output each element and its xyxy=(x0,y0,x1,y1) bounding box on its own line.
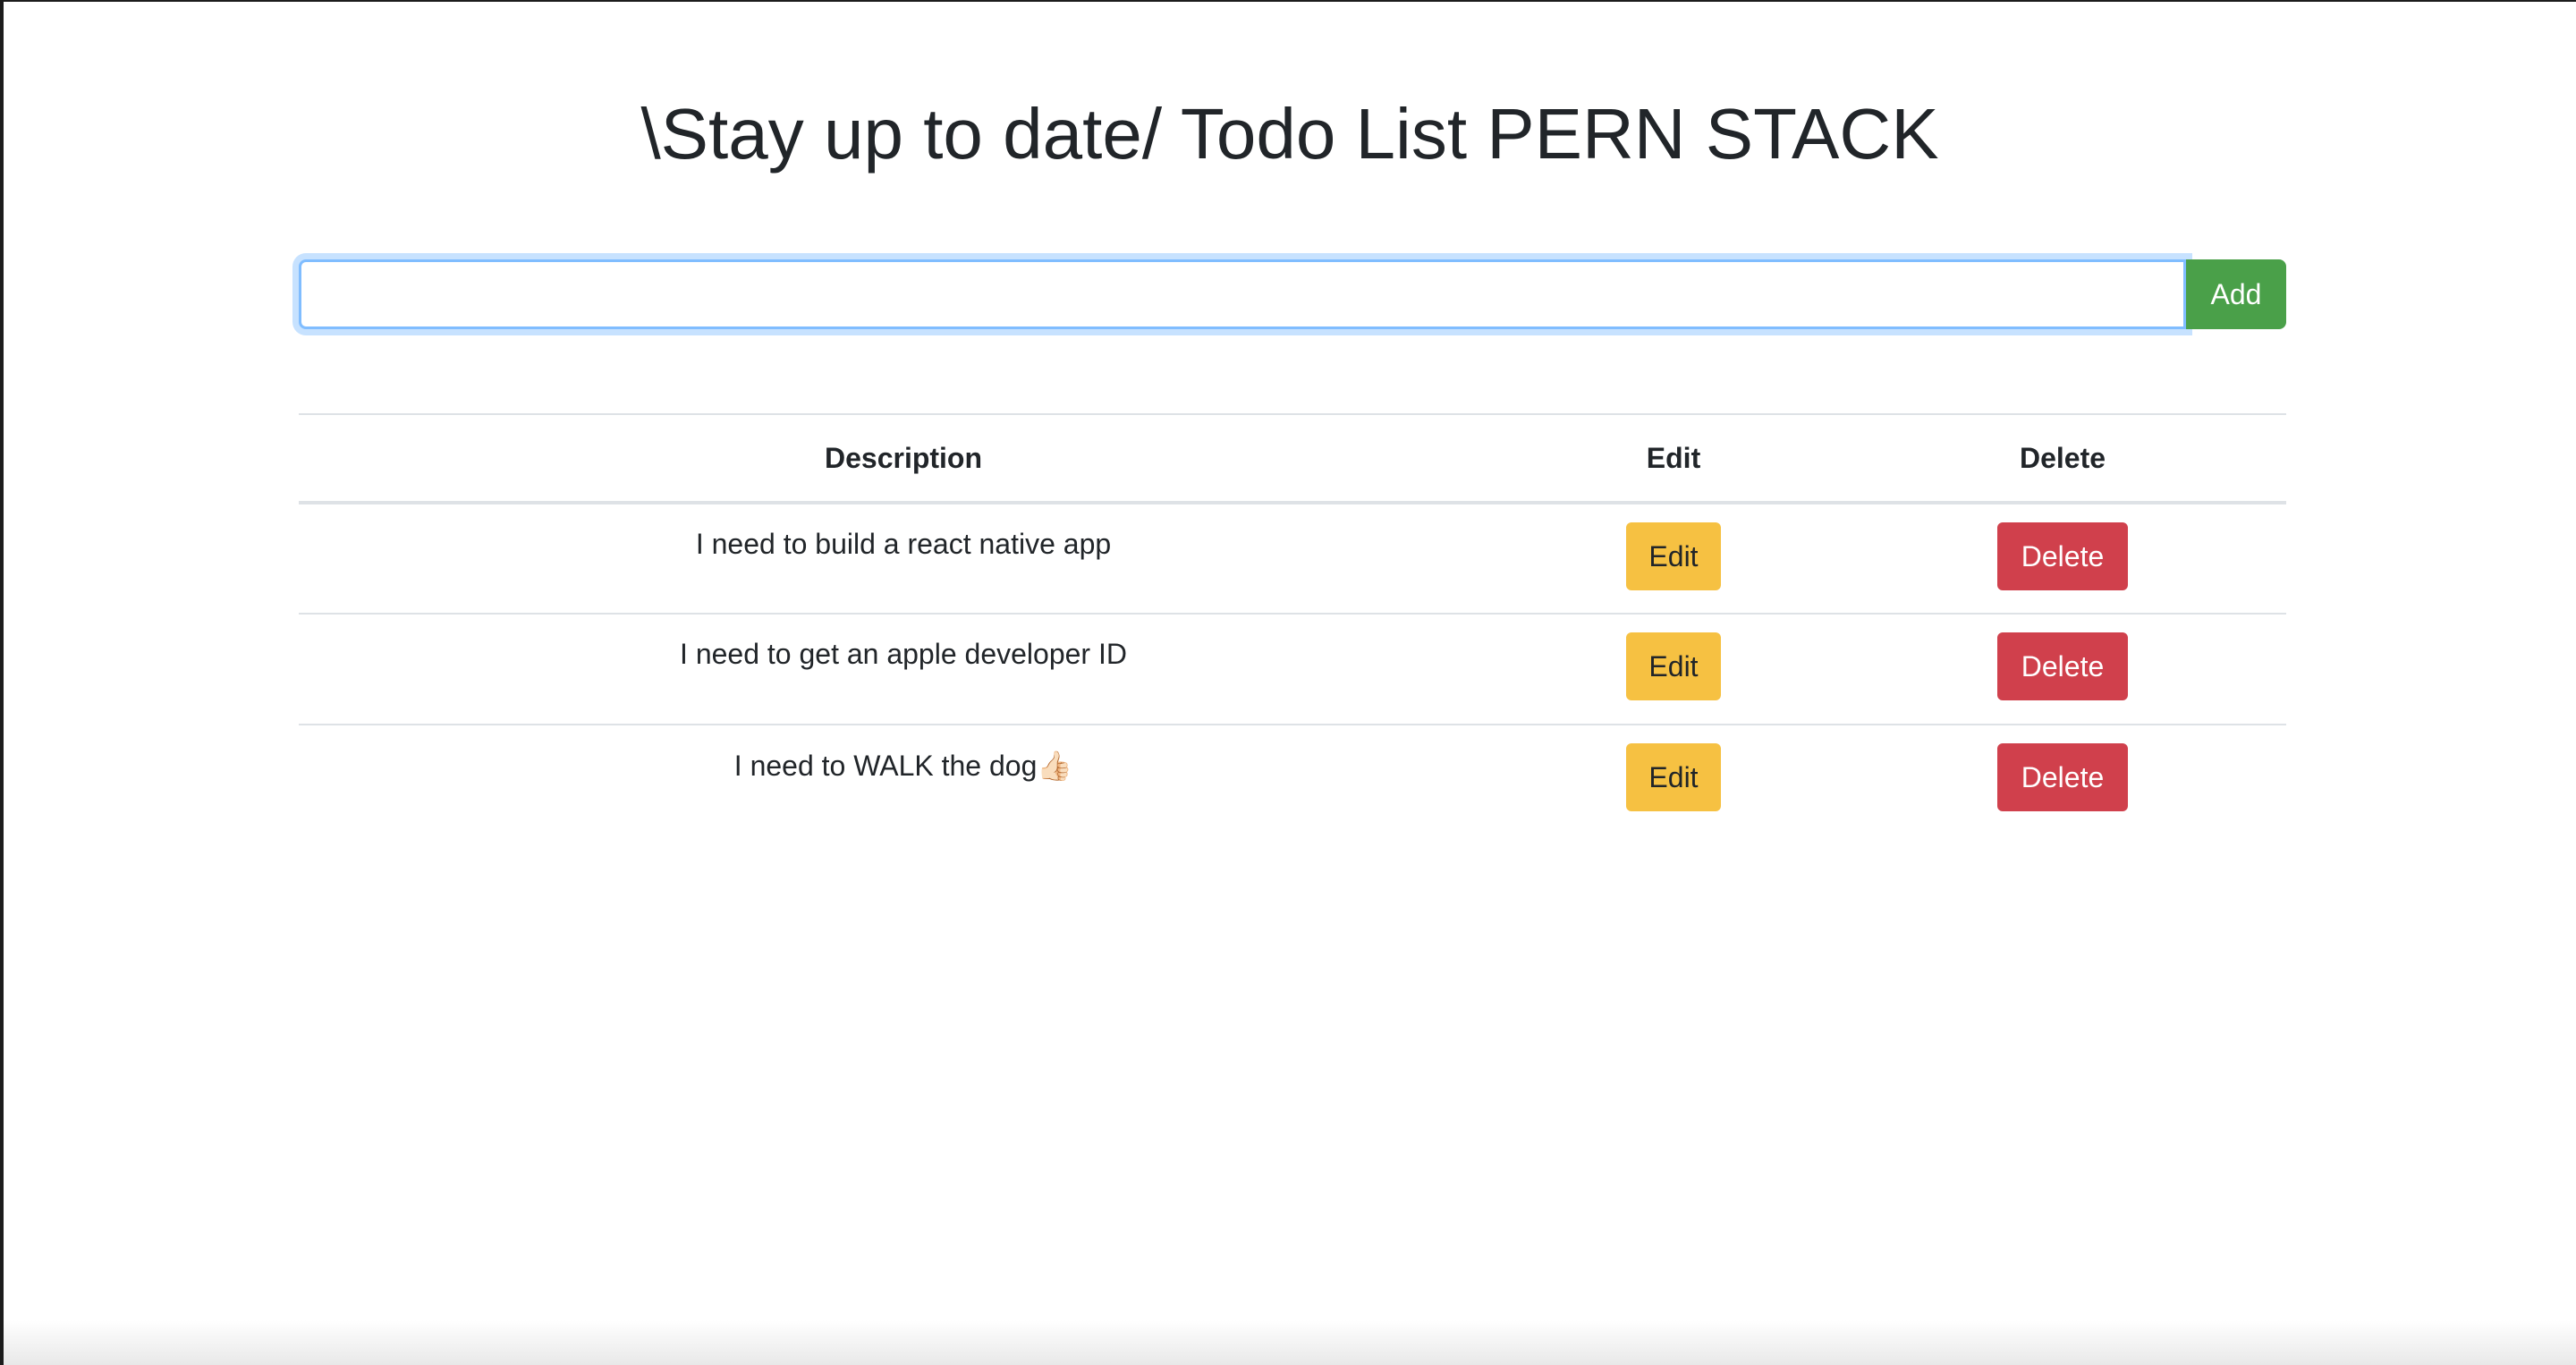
page-title: \Stay up to date/ Todo List PERN STACK xyxy=(640,94,1939,174)
table-row: I need to build a react native app Edit … xyxy=(299,503,2286,615)
todo-description-cell: I need to WALK the dog👍🏻 xyxy=(299,725,1508,835)
add-todo-form: Add xyxy=(299,259,2286,329)
edit-cell: Edit xyxy=(1508,725,1839,835)
todo-description-cell: I need to build a react native app xyxy=(299,503,1508,615)
header-edit: Edit xyxy=(1508,413,1839,504)
todo-description: I need to get an apple developer ID xyxy=(680,638,1127,670)
edit-button[interactable]: Edit xyxy=(1626,743,1721,811)
todo-description: I need to WALK the dog👍🏻 xyxy=(733,750,1073,782)
todo-description-cell: I need to get an apple developer ID xyxy=(299,614,1508,725)
table-header-row: Description Edit Delete xyxy=(299,413,2286,504)
edit-cell: Edit xyxy=(1508,503,1839,615)
table-row: I need to get an apple developer ID Edit… xyxy=(299,614,2286,725)
delete-button[interactable]: Delete xyxy=(1997,632,2128,700)
delete-cell: Delete xyxy=(1839,614,2286,725)
delete-cell: Delete xyxy=(1839,725,2286,835)
header-description: Description xyxy=(299,413,1508,504)
header-delete: Delete xyxy=(1839,413,2286,504)
page: \Stay up to date/ Todo List PERN STACK A… xyxy=(4,2,2576,1365)
delete-button[interactable]: Delete xyxy=(1997,743,2128,811)
edit-button[interactable]: Edit xyxy=(1626,522,1721,590)
delete-button[interactable]: Delete xyxy=(1997,522,2128,590)
add-button[interactable]: Add xyxy=(2186,259,2286,329)
todo-table: Description Edit Delete I need to build … xyxy=(299,413,2286,835)
edit-button[interactable]: Edit xyxy=(1626,632,1721,700)
table-row: I need to WALK the dog👍🏻 Edit Delete xyxy=(299,725,2286,835)
todo-description: I need to build a react native app xyxy=(695,528,1112,560)
edit-cell: Edit xyxy=(1508,614,1839,725)
delete-cell: Delete xyxy=(1839,503,2286,615)
window-bottom-shadow xyxy=(4,1320,2576,1365)
todo-input[interactable] xyxy=(299,259,2186,329)
